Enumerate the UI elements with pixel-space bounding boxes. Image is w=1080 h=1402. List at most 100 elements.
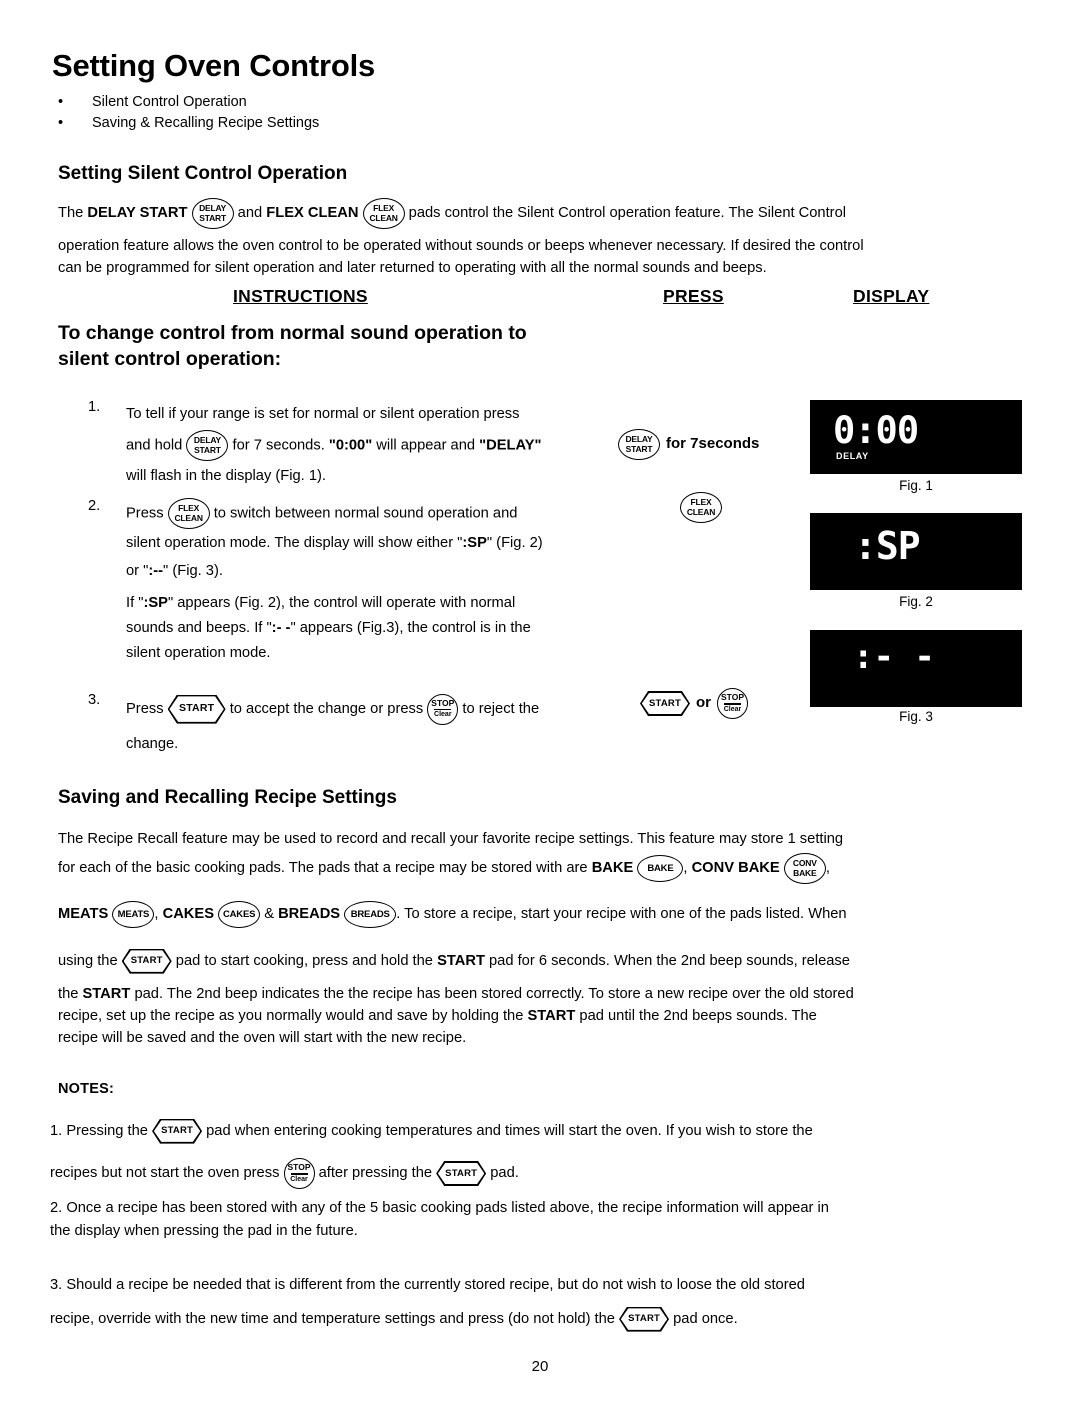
stop-clear-divider bbox=[724, 703, 741, 705]
stop-clear-pad-icon: STOP Clear bbox=[427, 693, 459, 725]
delay-start-pad-icon: DELAY START bbox=[191, 198, 234, 229]
start-pad-icon: START bbox=[121, 948, 172, 974]
stop-clear-pad-icon: STOP Clear bbox=[283, 1158, 315, 1189]
step-1-line-2: and hold DELAY START for 7 seconds. "0:00… bbox=[126, 430, 646, 461]
step-1-body: To tell if your range is set for normal … bbox=[126, 399, 646, 492]
conv-bake-pad-icon: CONV BAKE bbox=[783, 853, 826, 884]
cakes-pad-icon: CAKES bbox=[218, 900, 261, 928]
note-1-line-2: recipes but not start the oven press STO… bbox=[50, 1158, 1035, 1189]
start-pad-icon: START bbox=[619, 1306, 670, 1332]
recipe-paragraph-line-4: using the START pad to start cooking, pr… bbox=[58, 947, 1043, 975]
recipe-paragraph-line-2: for each of the basic cooking pads. The … bbox=[58, 853, 1043, 884]
note-2-line-1: 2. Once a recipe has been stored with an… bbox=[50, 1200, 829, 1216]
step-2-number: 2. bbox=[88, 498, 101, 514]
step-2-line-3: or ":--" (Fig. 3). bbox=[126, 563, 223, 580]
bake-pad-icon: BAKE bbox=[637, 855, 684, 882]
bullet-icon: • bbox=[58, 115, 64, 131]
bullet-icon: • bbox=[58, 94, 64, 110]
section-heading-silent-control: Setting Silent Control Operation bbox=[58, 163, 348, 184]
press-cell-step-1: DELAY START for 7seconds bbox=[618, 429, 759, 460]
silent-intro-line-1: The DELAY START DELAY START and FLEX CLEA… bbox=[58, 198, 1018, 229]
section-heading-saving-recipes: Saving and Recalling Recipe Settings bbox=[58, 787, 397, 808]
figure-2-caption: Fig. 2 bbox=[899, 594, 933, 609]
bake-bold-label: BAKE bbox=[591, 860, 634, 877]
press-cell-step-1-label: for 7seconds bbox=[666, 435, 760, 453]
note-1-number: 1. bbox=[50, 1123, 63, 1139]
procedure-subheading-line2: silent control operation: bbox=[58, 348, 282, 370]
step-2-note-line-2: sounds and beeps. If ":- -" appears (Fig… bbox=[126, 620, 531, 636]
display-readout-2: :SP bbox=[854, 524, 921, 568]
recipe-paragraph-line-3: MEATS MEATS, CAKES CAKES & BREADS BREADS… bbox=[58, 900, 1043, 928]
display-figure-2: :SP bbox=[810, 513, 1022, 590]
step-3-number: 3. bbox=[88, 692, 101, 708]
note-3-line-1: 3. Should a recipe be needed that is dif… bbox=[50, 1277, 805, 1293]
figure-1-caption: Fig. 1 bbox=[899, 478, 933, 493]
step-2-body: Press FLEX CLEAN to switch between normal… bbox=[126, 498, 646, 584]
step-2-line-2: silent operation mode. The display will … bbox=[126, 535, 543, 552]
display-figure-1: 0:00 DELAY bbox=[810, 400, 1022, 474]
intro-text-a: The bbox=[58, 205, 88, 222]
intro-delay-start-bold: DELAY START bbox=[87, 205, 188, 222]
list-item-label: Saving & Recalling Recipe Settings bbox=[92, 115, 320, 131]
conv-bake-bold-label: CONV BAKE bbox=[691, 860, 780, 877]
intro-text-c: and bbox=[233, 205, 267, 222]
press-cell-step-3-or: or bbox=[696, 694, 711, 712]
page-title: Setting Oven Controls bbox=[52, 48, 376, 83]
figure-3-caption: Fig. 3 bbox=[899, 709, 933, 724]
note-3-number: 3. bbox=[50, 1277, 63, 1293]
display-figure-3: :- - bbox=[810, 630, 1022, 707]
stop-clear-divider bbox=[434, 708, 452, 711]
column-header-display: DISPLAY bbox=[853, 286, 930, 306]
topic-bullet-list: • Silent Control Operation • Saving & Reca… bbox=[58, 92, 319, 134]
stop-clear-divider bbox=[290, 1173, 308, 1175]
step-1-number: 1. bbox=[88, 399, 101, 415]
silent-intro-line-3: can be programmed for silent operation a… bbox=[58, 260, 767, 276]
breads-bold-label: BREADS bbox=[278, 906, 341, 922]
meats-pad-icon: MEATS bbox=[112, 900, 155, 928]
step-2-line-1: Press FLEX CLEAN to switch between normal… bbox=[126, 498, 646, 529]
procedure-subheading: To change control from normal sound oper… bbox=[58, 320, 628, 372]
start-pad-icon: START bbox=[152, 1118, 203, 1144]
stop-clear-pad-icon: STOP Clear bbox=[717, 688, 748, 719]
press-cell-step-2: FLEX CLEAN bbox=[680, 492, 722, 523]
notes-heading: NOTES: bbox=[58, 1081, 114, 1097]
note-2-number: 2. bbox=[50, 1200, 63, 1216]
step-2-dash-readout: :-- bbox=[148, 563, 164, 580]
step-2-sp-readout: :SP bbox=[462, 535, 487, 552]
start-pad-icon: START bbox=[640, 691, 690, 716]
list-item-label: Silent Control Operation bbox=[92, 94, 247, 110]
list-item: • Saving & Recalling Recipe Settings bbox=[58, 113, 319, 134]
press-cell-step-3: START or STOP Clear bbox=[640, 688, 748, 719]
breads-pad-icon: BREADS bbox=[344, 900, 397, 928]
flex-clean-pad-icon: FLEX CLEAN bbox=[680, 492, 722, 523]
delay-start-pad-icon: DELAY START bbox=[618, 429, 660, 460]
step-1-line-3: will flash in the display (Fig. 1). bbox=[126, 468, 326, 485]
procedure-subheading-line1: To change control from normal sound oper… bbox=[58, 322, 527, 344]
intro-flex-clean-bold: FLEX CLEAN bbox=[266, 205, 359, 222]
step-1-readout-quote: "0:00" bbox=[328, 437, 373, 454]
recipe-paragraph-line-7: recipe will be saved and the oven will s… bbox=[58, 1030, 467, 1046]
start-pad-icon: START bbox=[167, 694, 226, 724]
cakes-bold-label: CAKES bbox=[162, 906, 215, 922]
display-delay-indicator: DELAY bbox=[836, 451, 869, 461]
step-2-note-line-1: If ":SP" appears (Fig. 2), the control w… bbox=[126, 595, 516, 611]
step-3-line-2: change. bbox=[126, 736, 179, 752]
start-pad-icon: START bbox=[436, 1161, 487, 1186]
flex-clean-pad-icon: FLEX CLEAN bbox=[362, 198, 405, 229]
step-2-note-block: If ":SP" appears (Fig. 2), the control w… bbox=[126, 591, 646, 666]
delay-start-pad-icon: DELAY START bbox=[186, 430, 229, 461]
step-2-note-line-3: silent operation mode. bbox=[126, 645, 271, 661]
step-1-line-1: To tell if your range is set for normal … bbox=[126, 406, 520, 422]
step-1-delay-quote: "DELAY" bbox=[479, 437, 542, 454]
note-1-line-1: 1. Pressing the START pad when entering … bbox=[50, 1117, 1035, 1145]
display-readout-3: :- - bbox=[853, 637, 935, 677]
display-readout-1: 0:00 bbox=[833, 409, 919, 452]
step-3-body: Press START to accept the change or pres… bbox=[126, 692, 646, 762]
column-header-instructions: INSTRUCTIONS bbox=[233, 286, 368, 306]
note-2-line-2: the display when pressing the pad in the… bbox=[50, 1223, 358, 1239]
meats-bold-label: MEATS bbox=[58, 906, 109, 922]
list-item: • Silent Control Operation bbox=[58, 92, 319, 113]
intro-text-e: pads control the Silent Control operatio… bbox=[404, 205, 847, 222]
page-number: 20 bbox=[531, 1358, 549, 1375]
column-header-press: PRESS bbox=[663, 286, 724, 306]
